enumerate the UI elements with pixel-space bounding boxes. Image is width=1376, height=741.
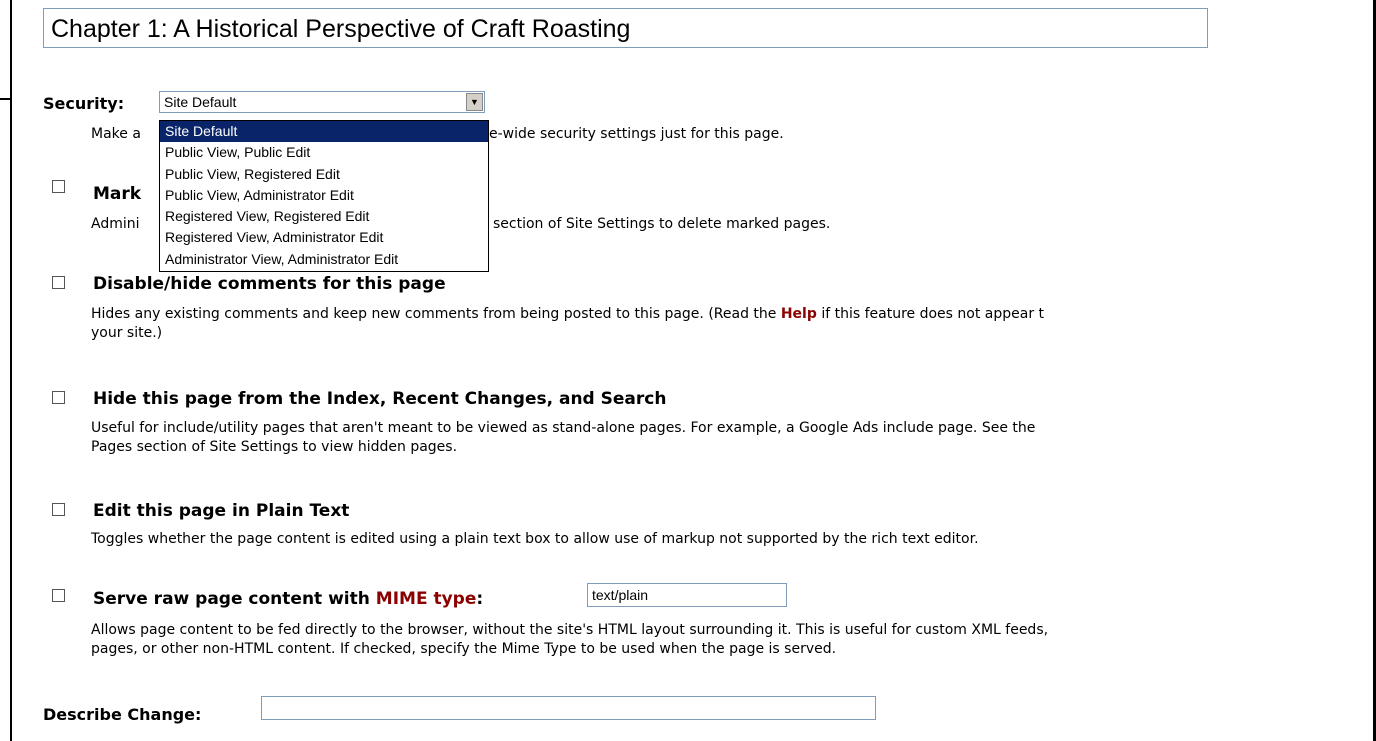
security-label: Security: [43, 94, 125, 113]
security-option[interactable]: Public View, Public Edit [160, 142, 488, 163]
disable-comments-description-line2: your site.) [91, 325, 163, 341]
security-option[interactable]: Public View, Administrator Edit [160, 185, 488, 206]
mark-checkbox[interactable] [52, 180, 65, 193]
security-description-end: e-wide security settings just for this p… [489, 126, 784, 142]
security-dropdown-list[interactable]: Site Default Public View, Public Edit Pu… [159, 120, 489, 272]
mime-type-label: MIME type [375, 589, 477, 609]
hide-page-checkbox[interactable] [52, 391, 65, 404]
security-selected-value: Site Default [164, 94, 237, 110]
security-description-start: Make a [91, 126, 141, 142]
mime-type-input[interactable]: text/plain [587, 583, 787, 607]
hide-page-description-line1: Useful for include/utility pages that ar… [91, 420, 1036, 436]
hide-page-description-line2: Pages section of Site Settings to view h… [91, 439, 458, 455]
left-frame-stub [0, 98, 12, 100]
raw-content-checkbox[interactable] [52, 589, 65, 602]
security-option[interactable]: Registered View, Registered Edit [160, 206, 488, 227]
security-option[interactable]: Registered View, Administrator Edit [160, 227, 488, 248]
mark-label: Mark [93, 184, 142, 204]
security-option[interactable]: Site Default [160, 121, 488, 143]
security-option[interactable]: Administrator View, Administrator Edit [160, 249, 488, 270]
left-frame-line [10, 0, 12, 741]
raw-content-description-line2: pages, or other non-HTML content. If che… [91, 641, 837, 657]
hide-page-label: Hide this page from the Index, Recent Ch… [93, 389, 667, 409]
plain-text-description: Toggles whether the page content is edit… [91, 531, 979, 547]
page-title-input[interactable]: Chapter 1: A Historical Perspective of C… [43, 8, 1208, 48]
disable-comments-checkbox[interactable] [52, 276, 65, 289]
chevron-down-icon[interactable]: ▼ [466, 93, 483, 111]
disable-comments-desc-before: Hides any existing comments and keep new… [91, 306, 781, 322]
mark-description-start: Admini [91, 216, 140, 232]
disable-comments-desc-after: if this feature does not appear t [816, 306, 1045, 322]
disable-comments-label: Disable/hide comments for this page [93, 274, 446, 294]
describe-change-label: Describe Change: [43, 705, 202, 724]
security-select[interactable]: Site Default ▼ [159, 91, 485, 113]
raw-content-label-colon: : [476, 589, 484, 609]
raw-content-label: Serve raw page content with MIME type: [93, 589, 483, 609]
help-link[interactable]: Help [781, 306, 817, 322]
plain-text-label: Edit this page in Plain Text [93, 501, 350, 521]
raw-content-label-text: Serve raw page content with [93, 589, 376, 609]
describe-change-input[interactable] [261, 696, 876, 720]
security-option[interactable]: Public View, Registered Edit [160, 164, 488, 185]
mark-description-end: section of Site Settings to delete marke… [493, 216, 831, 232]
disable-comments-description-line1: Hides any existing comments and keep new… [91, 305, 1044, 324]
plain-text-checkbox[interactable] [52, 503, 65, 516]
left-frame-border [0, 0, 12, 741]
raw-content-description-line1: Allows page content to be fed directly t… [91, 622, 1049, 638]
